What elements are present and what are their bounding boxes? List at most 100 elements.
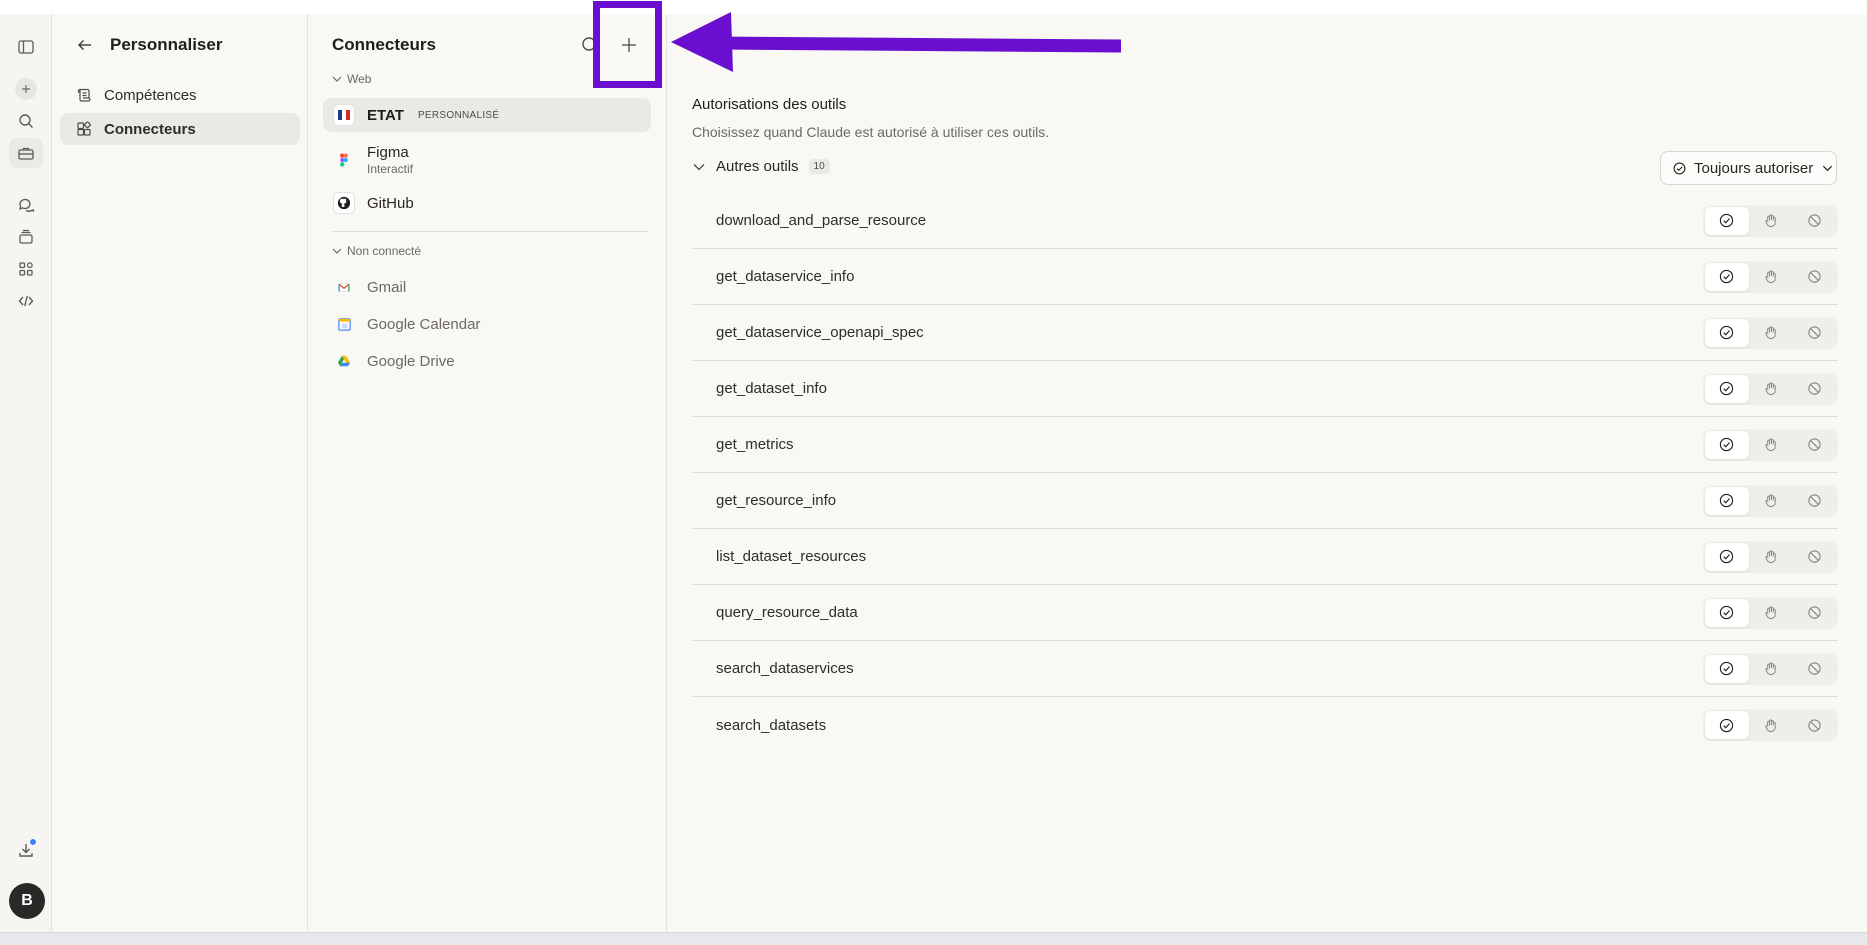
ask-option[interactable] [1749,599,1793,627]
artifacts-button[interactable] [9,254,43,284]
ask-option[interactable] [1749,655,1793,683]
block-option[interactable] [1792,599,1836,627]
permission-segmented-control [1703,540,1838,573]
check-circle-icon [1720,381,1734,396]
block-option[interactable] [1792,263,1836,291]
allow-always-option[interactable] [1705,318,1749,347]
back-button[interactable] [74,34,96,56]
tool-name: get_resource_info [716,492,837,509]
chevron-down-icon [1823,165,1833,171]
ask-option[interactable] [1749,319,1793,347]
allow-always-option[interactable] [1705,430,1749,459]
permission-segmented-control [1703,204,1838,237]
settings-title: Personnaliser [110,35,223,54]
allow-always-option[interactable] [1705,486,1749,515]
chats-button[interactable] [9,190,43,220]
check-circle-icon [1720,661,1734,676]
nav-item-skills[interactable]: Compétences [60,79,300,111]
block-option[interactable] [1792,207,1836,235]
block-option[interactable] [1792,543,1836,571]
settings-header: Personnaliser [74,34,222,56]
connector-google-drive[interactable]: Google Drive [323,344,651,378]
tool-row: get_dataservice_info [692,249,1838,305]
tool-row: download_and_parse_resource [692,193,1838,249]
block-icon [1807,718,1821,732]
hand-icon [1765,214,1776,228]
nav-item-connectors[interactable]: Connecteurs [60,113,300,145]
section-web[interactable]: Web [331,72,371,86]
ask-option[interactable] [1749,711,1793,739]
allow-always-option[interactable] [1705,711,1749,739]
connector-name: ETAT [367,106,404,124]
block-option[interactable] [1792,487,1836,515]
customize-button[interactable] [9,138,43,168]
tool-group-toggle[interactable]: Autres outils 10 [692,158,830,175]
download-app-button[interactable] [9,835,43,865]
connector-gmail[interactable]: Gmail [323,270,651,304]
code-button[interactable] [9,286,43,316]
allow-always-option[interactable] [1705,542,1749,571]
new-chat-button[interactable] [9,74,43,104]
chats-icon [18,198,35,213]
connector-github[interactable]: GitHub [323,186,651,220]
connector-name: Figma [367,144,409,161]
ask-option[interactable] [1749,431,1793,459]
tool-row: query_resource_data [692,585,1838,641]
google-drive-logo-icon [333,350,355,372]
projects-button[interactable] [9,222,43,252]
ask-option[interactable] [1749,375,1793,403]
gmail-logo-icon [333,276,355,298]
ask-option[interactable] [1749,543,1793,571]
tool-row: search_dataservices [692,641,1838,697]
nav-item-label: Compétences [104,86,197,104]
search-button[interactable] [9,106,43,136]
allow-always-option[interactable] [1705,262,1749,291]
connector-google-calendar[interactable]: Google Calendar [323,307,651,341]
block-option[interactable] [1792,431,1836,459]
section-not-connected[interactable]: Non connecté [331,244,421,258]
tool-count-badge: 10 [808,159,830,174]
check-circle-icon [1720,718,1734,732]
block-icon [1807,382,1821,395]
ask-option[interactable] [1749,207,1793,235]
connectors-title: Connecteurs [332,35,436,54]
check-circle-icon [1720,437,1734,452]
sidebar-toggle-button[interactable] [9,32,43,62]
plus-icon [15,78,37,100]
block-icon [1807,662,1821,675]
ask-option[interactable] [1749,263,1793,291]
block-option[interactable] [1792,655,1836,683]
bulk-permission-label: Toujours autoriser [1694,159,1814,177]
figma-logo-icon [333,149,355,171]
allow-always-option[interactable] [1705,598,1749,627]
block-icon [1807,214,1821,227]
taskbar-strip [0,932,1867,945]
hand-icon [1765,550,1776,564]
block-option[interactable] [1792,711,1836,739]
tool-name: query_resource_data [716,604,858,621]
connector-etat[interactable]: ETAT PERSONNALISÉ [323,98,651,132]
user-avatar[interactable]: B [9,883,45,919]
tool-name: download_and_parse_resource [716,212,927,229]
code-icon [18,295,34,307]
allow-always-option[interactable] [1705,654,1749,683]
chevron-down-icon [693,163,705,170]
sidebar-toggle-icon [18,40,34,54]
icon-rail: B [0,14,52,932]
hand-icon [1765,382,1776,396]
chevron-down-icon [332,248,342,254]
tool-row: search_datasets [692,697,1838,753]
block-option[interactable] [1792,375,1836,403]
connector-figma[interactable]: Figma Interactif [323,138,651,182]
google-calendar-logo-icon [333,313,355,335]
ask-option[interactable] [1749,487,1793,515]
tool-group-label: Autres outils [716,158,799,175]
check-circle-icon [1720,549,1734,564]
bulk-permission-dropdown[interactable]: Toujours autoriser [1660,151,1837,185]
block-option[interactable] [1792,319,1836,347]
artifacts-icon [19,262,33,276]
allow-always-option[interactable] [1705,206,1749,235]
section-divider [333,231,648,232]
allow-always-option[interactable] [1705,374,1749,403]
tool-row: get_dataset_info [692,361,1838,417]
